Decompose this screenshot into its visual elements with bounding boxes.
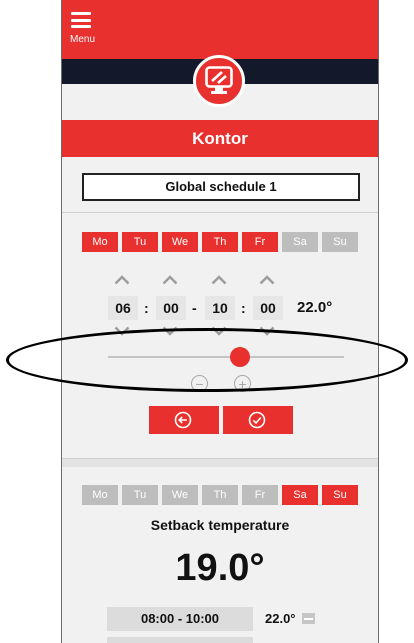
day-sa-toggle[interactable]: Sa [282,485,318,505]
chevron-up-icon[interactable] [114,275,130,285]
day-we-toggle[interactable]: We [162,232,198,252]
day-th-toggle[interactable]: Th [202,232,238,252]
end-minute-field[interactable]: 00 [253,296,283,320]
chevron-down-icon[interactable] [211,326,227,336]
chevron-down-icon[interactable] [162,326,178,336]
hamburger-icon [71,12,91,28]
end-hour-field[interactable]: 10 [205,296,235,320]
day-tu-toggle[interactable]: Tu [122,485,158,505]
confirm-button[interactable] [223,406,293,434]
time-dash: - [192,300,197,316]
day-we-toggle[interactable]: We [162,485,198,505]
day-fr-toggle[interactable]: Fr [242,232,278,252]
period-temperature: 22.0° [265,611,296,626]
period-temperature: 22.0° [297,299,333,316]
time-colon: : [241,300,246,316]
check-icon [248,411,266,429]
chevron-down-icon[interactable] [259,326,275,336]
room-name: Kontor [192,129,248,148]
chevron-down-icon[interactable] [114,326,130,336]
day-tu-toggle[interactable]: Tu [122,232,158,252]
room-title-bar: Kontor [62,120,378,157]
setback-temperature[interactable]: 19.0° [61,547,379,590]
back-arrow-icon [174,411,192,429]
section-gap [62,459,378,467]
chevron-up-icon[interactable] [259,275,275,285]
top-app-bar: Menu [62,0,378,59]
monitor-icon [193,55,245,107]
back-button[interactable] [149,406,219,434]
day-su-toggle[interactable]: Su [322,485,358,505]
divider [62,212,378,213]
day-su-toggle[interactable]: Su [322,232,358,252]
temperature-slider-thumb[interactable] [230,347,251,367]
start-hour-field[interactable]: 06 [108,296,138,320]
period-row: 18:00 - 20:00 22.0° [62,637,378,643]
period-time[interactable]: 18:00 - 20:00 [107,637,253,643]
day-mo-toggle[interactable]: Mo [82,485,118,505]
setback-label: Setback temperature [150,517,290,533]
period-row: 08:00 - 10:00 22.0° [62,607,378,631]
schedule-selector[interactable]: Global schedule 1 [82,173,360,201]
increase-button[interactable]: + [234,375,251,392]
remove-period-button[interactable] [302,613,315,624]
decrease-button[interactable]: − [191,375,208,392]
day-mo-toggle[interactable]: Mo [82,232,118,252]
period-time[interactable]: 08:00 - 10:00 [107,607,253,631]
temperature-slider-track[interactable] [108,356,344,358]
day-th-toggle[interactable]: Th [202,485,238,505]
chevron-up-icon[interactable] [211,275,227,285]
day-sa-toggle[interactable]: Sa [282,232,318,252]
day-fr-toggle[interactable]: Fr [242,485,278,505]
menu-label: Menu [70,34,96,45]
period-temperature: 22.0° [265,637,296,643]
chevron-up-icon[interactable] [162,275,178,285]
time-colon: : [144,300,149,316]
menu-button[interactable]: Menu [70,10,106,50]
start-minute-field[interactable]: 00 [156,296,186,320]
